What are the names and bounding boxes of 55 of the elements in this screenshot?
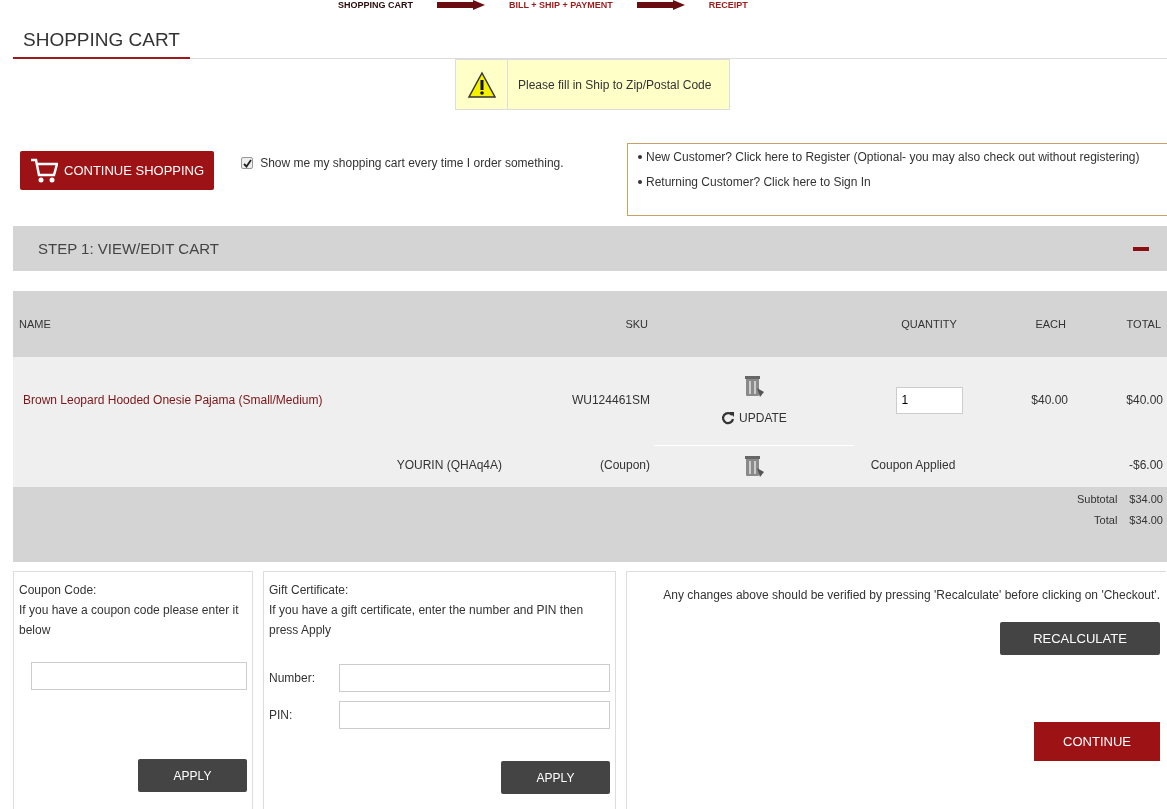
progress-step: RECEIPT [708,0,748,10]
account-link[interactable]: New Customer? Click here to Register (Optional- you may also check out without registering) [646,150,1140,164]
coupon-title: Coupon Code: [19,582,98,599]
arrow-icon [636,0,685,10]
trash-icon[interactable] [743,453,765,478]
total-cell-text: $40.00 [1125,393,1164,407]
apply-button[interactable]: APPLY [138,759,247,792]
progress-step: BILL + SHIP + PAYMENT [509,0,613,10]
continue-button[interactable]: CONTINUE [1034,722,1160,761]
column-header: EACH [1034,318,1067,330]
price-cell-text: $40.00 [1030,393,1069,407]
bullet-icon [638,180,642,184]
summary-value: $34.00 [1129,493,1163,505]
gift-field[interactable] [339,701,610,729]
step-header[interactable]: STEP 1: VIEW/EDIT CART [13,226,1167,271]
collapse-icon[interactable] [1133,246,1149,251]
column-header: QUANTITY [900,318,958,330]
coupon-name: YOURIN (QHAq4A) [395,458,503,472]
total-cell-text: -$6.00 [1127,458,1164,472]
quantity-field[interactable]: 1 [895,386,963,414]
cart-icon [30,157,58,184]
sku-cell-text: WU124461SM [570,393,651,407]
gift-hint: If you have a gift certificate, enter the number and PIN then press Apply [269,602,585,639]
alert-message: Please fill in Ship to Zip/Postal Code [517,76,712,94]
apply-button[interactable]: APPLY [501,761,610,794]
progress-step: SHOPPING CART [338,0,413,10]
sku-cell-text: (Coupon) [598,458,651,472]
field-label: Number: [269,670,316,687]
gift-title: Gift Certificate: [269,582,350,599]
summary-label: Total [1094,514,1118,526]
arrow-icon [437,0,485,10]
summary-label: Subtotal [1076,493,1118,505]
field-label: PIN: [269,707,294,724]
coupon-hint: If you have a coupon code please enter it below [19,602,240,639]
column-header: TOTAL [1125,318,1162,330]
checkbox-label: Show me my shopping cart every time I order something. [260,156,564,170]
account-link[interactable]: Returning Customer? Click here to Sign In [646,175,871,189]
recalculate-button[interactable]: RECALCULATE [1000,622,1160,655]
gift-field[interactable] [339,664,610,692]
refresh-icon [721,411,736,425]
coupon-status: Coupon Applied [869,458,957,472]
column-header: SKU [624,318,649,330]
page-title: SHOPPING CART [13,29,190,59]
checkbox[interactable] [241,157,254,169]
coupon-field[interactable] [31,662,247,690]
bullet-icon [638,155,642,159]
trash-icon[interactable] [743,374,765,398]
update-button[interactable]: UPDATE [715,410,793,426]
column-header: NAME [18,318,52,330]
warning-icon [466,70,497,99]
product-link[interactable]: Brown Leopard Hooded Onesie Pajama (Small/Medium) [13,393,519,407]
step-title: STEP 1: VIEW/EDIT CART [38,240,219,257]
checkout-note: Any changes above should be verified by pressing 'Recalculate' before clicking on 'Checkout'. [662,587,1161,602]
summary-value: $34.00 [1129,514,1163,526]
continue-shopping-button[interactable]: CONTINUE SHOPPING [20,151,215,190]
